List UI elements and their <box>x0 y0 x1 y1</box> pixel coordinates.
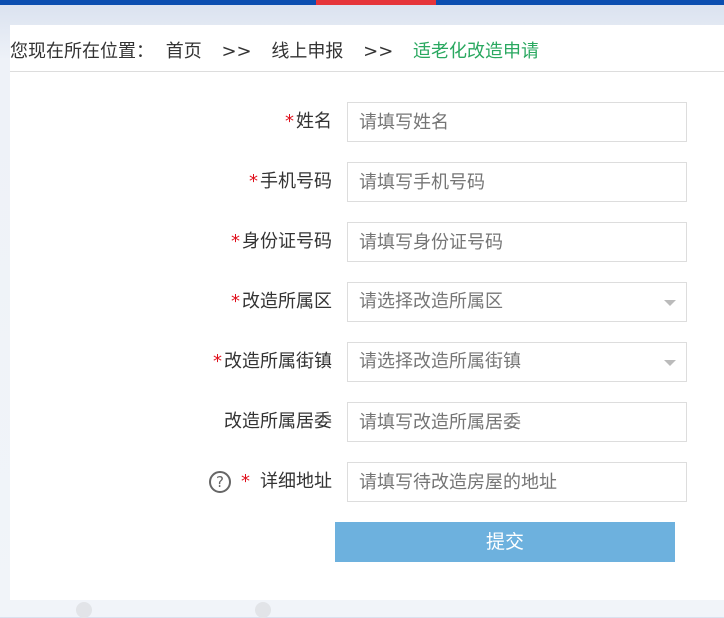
select-placeholder: 请选择改造所属区 <box>359 291 503 312</box>
decor-dot <box>255 602 271 618</box>
address-input[interactable] <box>347 462 687 502</box>
field-name: * 姓名 <box>10 102 724 142</box>
chevron-down-icon <box>664 300 676 306</box>
breadcrumb-separator: >> <box>221 41 252 62</box>
field-label: 改造所属区 <box>242 291 332 312</box>
field-label: 详细地址 <box>260 471 332 492</box>
chevron-down-icon <box>664 360 676 366</box>
field-district: * 改造所属区 请选择改造所属区 <box>10 282 724 322</box>
field-address: ? * 详细地址 <box>10 462 724 502</box>
district-select[interactable]: 请选择改造所属区 <box>347 282 687 322</box>
breadcrumb-home-link[interactable]: 首页 <box>166 41 202 62</box>
breadcrumb-prefix: 您现在所在位置： <box>10 41 154 62</box>
required-star: * <box>249 171 258 192</box>
form-panel: 您现在所在位置： 首页 >> 线上申报 >> 适老化改造申请 *姓名 *手机号码… <box>10 25 724 600</box>
breadcrumb-online-report-link[interactable]: 线上申报 <box>271 41 343 62</box>
required-star: * <box>285 111 294 132</box>
decor-dot <box>76 602 92 618</box>
required-star: * <box>213 351 222 372</box>
field-phone: * 手机号码 <box>10 162 724 202</box>
field-committee: 改造所属居委 <box>10 402 724 442</box>
top-bar <box>0 0 724 5</box>
field-label: 手机号码 <box>260 171 332 192</box>
id-number-input[interactable] <box>347 222 687 262</box>
required-star: * <box>231 231 240 252</box>
street-select[interactable]: 请选择改造所属街镇 <box>347 342 687 382</box>
breadcrumb-separator: >> <box>363 41 394 62</box>
phone-input[interactable] <box>347 162 687 202</box>
breadcrumb-current: 适老化改造申请 <box>413 41 540 62</box>
field-label: 身份证号码 <box>242 231 332 252</box>
breadcrumb: 您现在所在位置： 首页 >> 线上申报 >> 适老化改造申请 <box>10 37 553 63</box>
field-label: 改造所属街镇 <box>224 351 332 372</box>
name-input[interactable] <box>347 102 687 142</box>
field-label: 姓名 <box>296 111 332 132</box>
top-bar-active-segment <box>316 0 436 5</box>
divider <box>10 71 724 72</box>
field-id-number: * 身份证号码 <box>10 222 724 262</box>
committee-input[interactable] <box>347 402 687 442</box>
field-street: * 改造所属街镇 请选择改造所属街镇 <box>10 342 724 382</box>
help-icon[interactable]: ? <box>209 471 231 493</box>
required-star: * <box>241 471 250 492</box>
required-star: * <box>231 291 240 312</box>
submit-button[interactable]: 提交 <box>335 522 675 562</box>
field-label: 改造所属居委 <box>224 411 332 432</box>
select-placeholder: 请选择改造所属街镇 <box>359 351 521 372</box>
